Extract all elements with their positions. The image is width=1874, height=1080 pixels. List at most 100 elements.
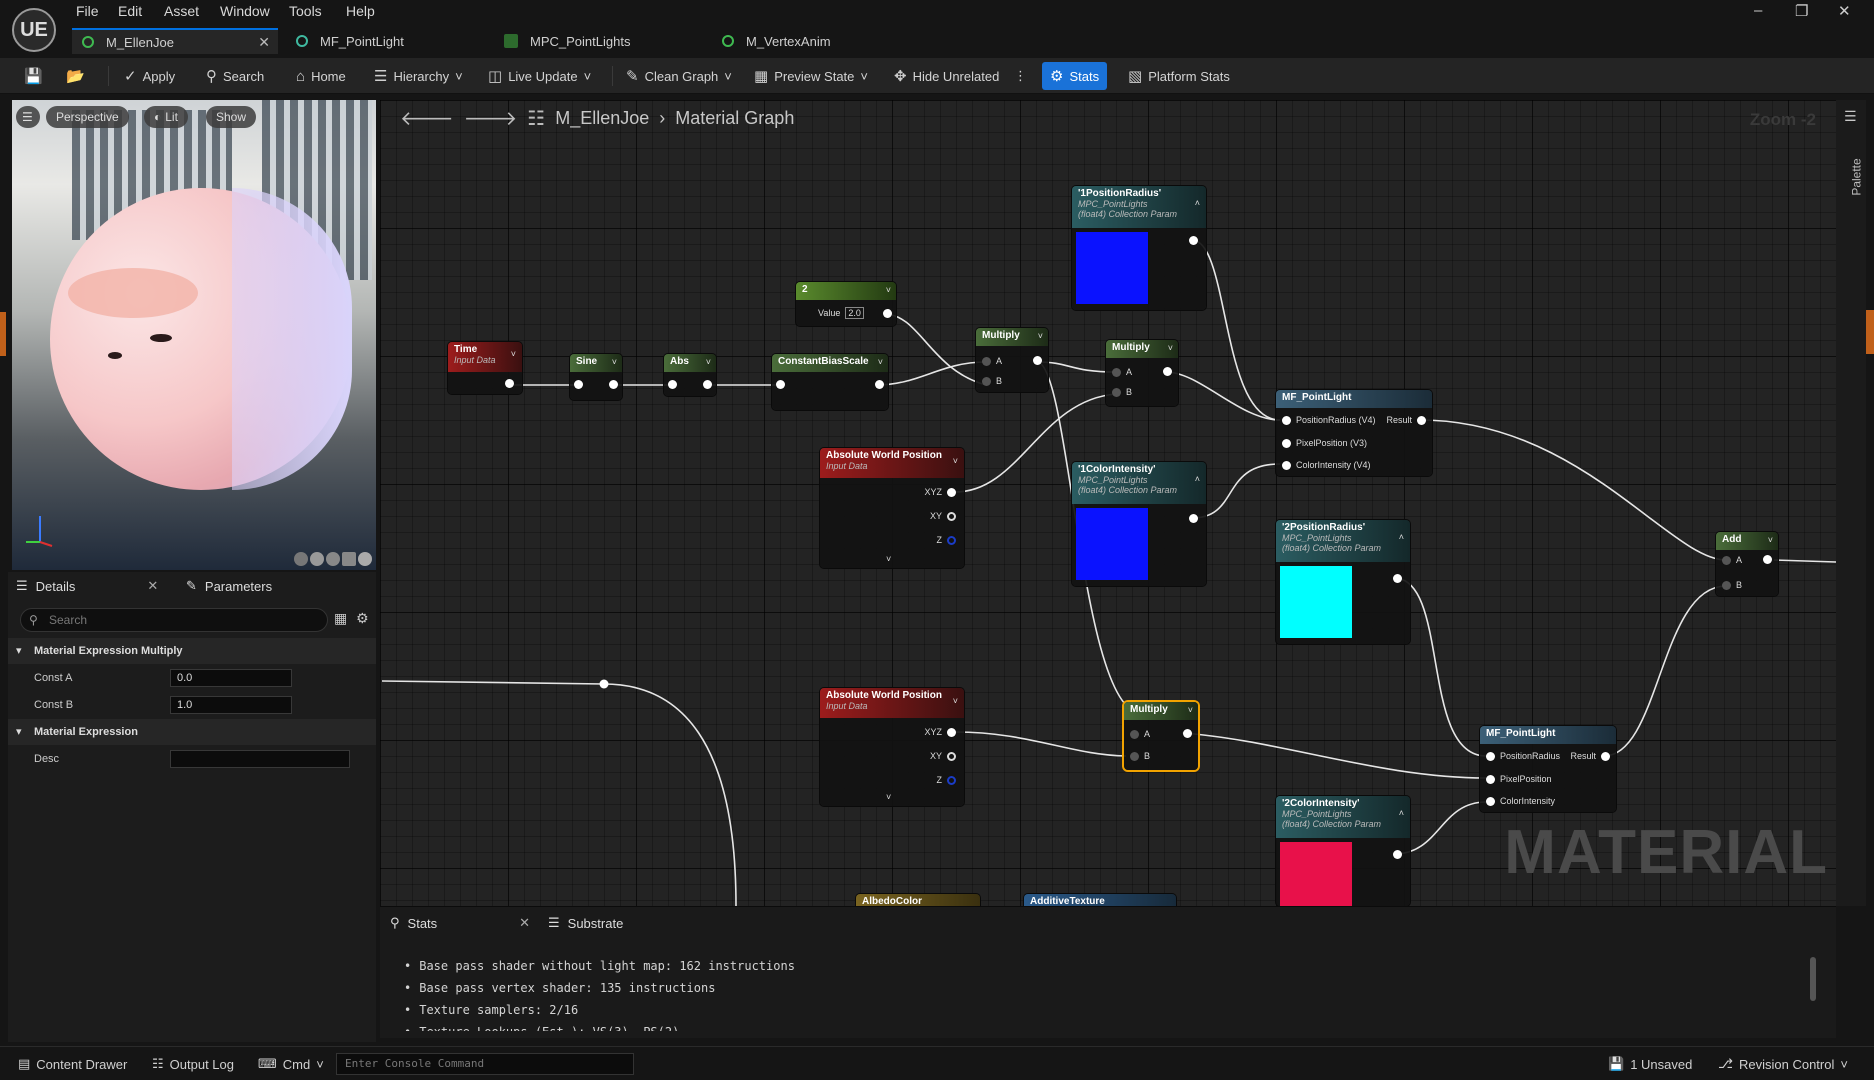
output-pin[interactable] (875, 380, 884, 389)
tab-m-ellenjoe[interactable]: M_EllenJoe ✕ (72, 28, 278, 54)
console-command-input[interactable]: Enter Console Command (336, 1053, 634, 1075)
output-pin[interactable] (609, 380, 618, 389)
close-tab-icon[interactable]: ✕ (519, 915, 530, 931)
viewport-menu-icon[interactable]: ☰ (16, 106, 40, 128)
input-pin[interactable] (776, 380, 785, 389)
browse-button[interactable]: 📂 (66, 64, 85, 88)
table-view-icon[interactable]: ▦ (334, 610, 347, 627)
chevron-down-icon[interactable]: ˅ (1768, 535, 1773, 545)
input-pin[interactable] (668, 380, 677, 389)
input-pin-a[interactable]: A (1130, 729, 1150, 739)
menu-tools[interactable]: Tools (289, 3, 322, 19)
stats-scrollbar[interactable] (1810, 957, 1816, 1001)
chevron-up-icon[interactable]: ˄ (1195, 474, 1200, 484)
perspective-button[interactable]: Perspective (46, 106, 129, 128)
output-pin-xyz[interactable]: XYZ (924, 487, 956, 497)
node-2positionradius[interactable]: '2PositionRadius' MPC_PointLights (float4)… (1276, 520, 1410, 644)
node-multiply[interactable]: Multiply ˅ A B (1106, 340, 1178, 406)
cmd-button[interactable]: ⌨ Cmd ˅ (258, 1056, 324, 1072)
input-pin-color-intensity[interactable]: ColorIntensity (V4) (1282, 460, 1371, 470)
cylinder-shape-icon[interactable] (294, 552, 308, 566)
forward-arrow-icon[interactable]: 🡒 (464, 106, 518, 131)
output-pin-xy[interactable]: XY (930, 751, 956, 761)
input-pin-color-intensity[interactable]: ColorIntensity (1486, 796, 1555, 806)
expand-chevron-icon[interactable]: ˅ (886, 792, 891, 802)
node-constant-2[interactable]: 2 ˅ Value 2.0 (796, 282, 896, 326)
preview-state-button[interactable]: ▦ Preview State ˅ (754, 64, 868, 88)
unsaved-button[interactable]: 💾 1 Unsaved (1608, 1056, 1692, 1072)
input-pin[interactable] (574, 380, 583, 389)
chevron-down-icon[interactable]: ˅ (612, 357, 617, 367)
search-button[interactable]: ⚲ Search (206, 64, 264, 88)
input-pin-position-radius[interactable]: PositionRadius (1486, 751, 1560, 761)
expand-chevron-icon[interactable]: ˅ (886, 554, 891, 564)
input-pin-b[interactable]: B (1130, 751, 1150, 761)
chevron-down-icon[interactable]: ˅ (1168, 343, 1173, 353)
material-graph-canvas[interactable]: 🡐 🡒 ☷ M_EllenJoe › Material Graph Zoom -… (380, 100, 1836, 906)
hide-unrelated-button[interactable]: ✥ Hide Unrelated (894, 64, 999, 88)
chevron-down-icon[interactable]: ˅ (1188, 705, 1193, 715)
node-add[interactable]: Add ˅ A B (1716, 532, 1778, 596)
chevron-up-icon[interactable]: ˄ (1399, 532, 1404, 542)
node-2colorintensity[interactable]: '2ColorIntensity' MPC_PointLights (float4)… (1276, 796, 1410, 906)
chevron-up-icon[interactable]: ˄ (1399, 808, 1404, 818)
output-pin[interactable] (505, 379, 514, 388)
hierarchy-button[interactable]: ☰ Hierarchy ˅ (374, 64, 463, 88)
output-pin[interactable] (1393, 574, 1402, 583)
content-drawer-button[interactable]: ▤ Content Drawer (18, 1056, 127, 1072)
node-absolute-world-position[interactable]: Absolute World Position Input Data ˅ XYZ … (820, 448, 964, 568)
palette-list-icon[interactable]: ☰ (1844, 108, 1857, 125)
menu-help[interactable]: Help (346, 3, 375, 19)
node-multiply[interactable]: Multiply ˅ A B (976, 328, 1048, 392)
menu-edit[interactable]: Edit (118, 3, 142, 19)
tab-substrate[interactable]: ☰ Substrate (548, 915, 623, 931)
output-pin[interactable] (1033, 356, 1042, 365)
chevron-down-icon[interactable]: ˅ (706, 357, 711, 367)
output-pin[interactable] (1189, 514, 1198, 523)
node-sine[interactable]: Sine ˅ (570, 354, 622, 400)
close-window-icon[interactable]: ✕ (1838, 2, 1851, 20)
output-pin-xy[interactable]: XY (930, 511, 956, 521)
node-constant-bias-scale[interactable]: ConstantBiasScale ˅ (772, 354, 888, 410)
tab-m-vertexanim[interactable]: M_VertexAnim (712, 28, 912, 54)
node-multiply-selected[interactable]: Multiply ˅ A B (1124, 702, 1198, 770)
section-material-expression[interactable]: ▾ Material Expression (8, 719, 376, 745)
close-tab-icon[interactable]: ✕ (147, 578, 158, 594)
output-pin-result[interactable]: Result (1386, 415, 1426, 425)
input-pin-a[interactable]: A (982, 356, 1002, 366)
palette-tab[interactable]: Palette (1850, 158, 1864, 195)
home-button[interactable]: ⌂ Home (296, 64, 346, 88)
output-pin-result[interactable]: Result (1570, 751, 1610, 761)
sphere-shape-icon[interactable] (310, 552, 324, 566)
output-pin[interactable] (1163, 367, 1172, 376)
revision-control-button[interactable]: ⎇ Revision Control ˅ (1718, 1056, 1848, 1072)
menu-file[interactable]: File (76, 3, 99, 19)
value-field[interactable]: Value 2.0 (818, 307, 864, 319)
input-pin-a[interactable]: A (1112, 367, 1132, 377)
node-albedo-color[interactable]: AlbedoColor (856, 894, 980, 906)
node-mf-pointlight[interactable]: MF_PointLight PositionRadius PixelPositi… (1480, 726, 1616, 812)
output-pin-z[interactable]: Z (937, 535, 956, 545)
node-1positionradius[interactable]: '1PositionRadius' MPC_PointLights (float4)… (1072, 186, 1206, 310)
tab-mpc-pointlights[interactable]: MPC_PointLights (494, 28, 706, 54)
output-pin-z[interactable]: Z (937, 775, 956, 785)
apply-button[interactable]: ✓ Apply (124, 64, 175, 88)
desc-input[interactable] (170, 750, 350, 768)
output-log-button[interactable]: ☷ Output Log (152, 1056, 234, 1072)
chevron-down-icon[interactable]: ˅ (511, 349, 516, 359)
tab-mf-pointlight[interactable]: MF_PointLight (286, 28, 486, 54)
stats-button[interactable]: ⚙ Stats (1042, 62, 1108, 90)
chevron-down-icon[interactable]: ˅ (886, 285, 891, 295)
output-pin[interactable] (1189, 236, 1198, 245)
menu-asset[interactable]: Asset (164, 3, 199, 19)
chevron-down-icon[interactable]: ˅ (953, 696, 958, 706)
node-mf-pointlight[interactable]: MF_PointLight PositionRadius (V4) PixelP… (1276, 390, 1432, 476)
const-b-input[interactable]: 1.0 (170, 696, 292, 714)
const-a-input[interactable]: 0.0 (170, 669, 292, 687)
lit-button[interactable]: ◐ Lit (144, 106, 188, 128)
menu-window[interactable]: Window (220, 3, 270, 19)
cube-shape-icon[interactable] (342, 552, 356, 566)
chevron-down-icon[interactable]: ˅ (953, 456, 958, 466)
restore-icon[interactable]: ❐ (1795, 2, 1808, 20)
output-pin[interactable] (883, 309, 892, 318)
